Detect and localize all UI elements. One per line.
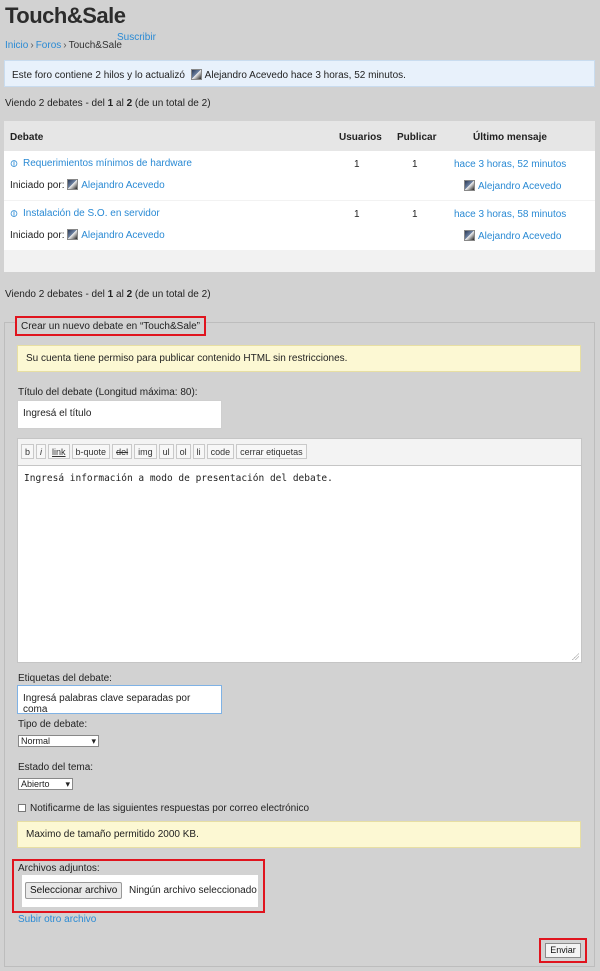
toolbar-ol-button[interactable]: ol	[175, 444, 191, 459]
header-users: Usuarios	[339, 132, 382, 143]
user-avatar-icon	[67, 179, 79, 190]
attachments-label: Archivos adjuntos:	[18, 863, 100, 874]
forum-info-suffix: hace 3 horas, 52 minutos.	[290, 70, 406, 81]
last-post-user-link[interactable]: Alejandro Acevedo	[478, 231, 561, 242]
last-post-time[interactable]: hace 3 horas, 52 minutos	[454, 159, 566, 170]
topic-type-value: Normal	[21, 736, 51, 746]
subscribe-link[interactable]: Suscribir	[117, 32, 156, 43]
caret-down-icon: ▾	[65, 779, 70, 789]
topic-posts: 1	[412, 209, 418, 220]
user-avatar-icon	[464, 180, 475, 191]
notify-option: Notificarme de las siguientes respuestas…	[18, 803, 309, 814]
forum-info-user: Alejandro Acevedo	[204, 70, 289, 81]
user-avatar-icon	[67, 229, 79, 240]
toolbar-ul-button[interactable]: ul	[158, 444, 174, 459]
tags-label: Etiquetas del debate:	[18, 673, 112, 684]
count-after: (de un total de 2)	[132, 289, 211, 300]
form-legend: Crear un nuevo debate en “Touch&Sale”	[15, 316, 207, 336]
file-status: Ningún archivo seleccionado	[129, 885, 257, 896]
breadcrumb-forums[interactable]: Foros	[36, 40, 62, 51]
topic-users: 1	[354, 159, 360, 170]
submit-button[interactable]: Enviar	[545, 943, 581, 958]
site-title: Touch&Sale	[5, 3, 126, 28]
breadcrumb-home[interactable]: Inicio	[5, 40, 28, 51]
notify-label: Notificarme de las siguientes respuestas…	[30, 803, 310, 814]
table-row: ⊘ Instalación de S.O. en servidor Iniciad…	[4, 201, 595, 250]
header-posts: Publicar	[397, 132, 437, 143]
topic-status-value: Abierto	[21, 779, 50, 789]
topic-type-select[interactable]: Normal ▾	[18, 735, 99, 747]
count-before: Viendo 2 debates - del	[5, 98, 108, 109]
breadcrumb: Inicio › Foros › Touch&Sale	[5, 40, 122, 51]
started-by-label: Iniciado por:	[10, 180, 65, 191]
breadcrumb-separator: ›	[63, 40, 67, 51]
title-input[interactable]: Ingresá el título	[17, 400, 222, 429]
topic-author[interactable]: Alejandro Acevedo	[81, 180, 164, 191]
content-editor: b i link b-quote del img ul ol li code c…	[17, 438, 582, 663]
html-permission-notice: Su cuenta tiene permiso para publicar co…	[17, 345, 581, 372]
topic-posts: 1	[412, 159, 418, 170]
breadcrumb-separator: ›	[30, 40, 34, 51]
count-after: (de un total de 2)	[132, 98, 211, 109]
paperclip-icon: ⊘	[7, 157, 22, 171]
last-post-user[interactable]: Alejandro Acevedo	[464, 180, 561, 192]
table-row: ⊘ Requerimientos mínimos de hardware Inic…	[4, 151, 595, 200]
topics-table: Debate Usuarios Publicar Último mensaje …	[4, 121, 595, 272]
toolbar-blockquote-button[interactable]: b-quote	[71, 444, 111, 459]
breadcrumb-current: Touch&Sale	[68, 40, 122, 51]
started-by: Iniciado por: Alejandro Acevedo	[10, 229, 165, 241]
toolbar-link-button[interactable]: link	[48, 444, 70, 459]
content-placeholder: Ingresá información a modo de presentaci…	[24, 473, 333, 484]
count-mid: al	[113, 289, 127, 300]
user-avatar-icon	[464, 230, 475, 241]
header-last-post: Último mensaje	[473, 132, 547, 143]
title-label: Título del debate (Longitud máxima: 80):	[18, 387, 198, 398]
last-post-user[interactable]: Alejandro Acevedo	[464, 230, 561, 242]
paperclip-icon: ⊘	[7, 207, 22, 221]
last-post-user-link[interactable]: Alejandro Acevedo	[478, 181, 561, 192]
tags-input[interactable]: Ingresá palabras clave separadas por com…	[17, 685, 222, 715]
table-header: Debate Usuarios Publicar Último mensaje	[4, 121, 595, 151]
forum-info-prefix: Este foro contiene 2 hilos y lo actualiz…	[12, 70, 185, 81]
topic-status-select[interactable]: Abierto ▾	[18, 778, 73, 790]
topic-link[interactable]: ⊘ Instalación de S.O. en servidor	[7, 207, 160, 221]
topic-count-top: Viendo 2 debates - del 1 al 2 (de un tot…	[5, 98, 211, 109]
toolbar-close-tags-button[interactable]: cerrar etiquetas	[236, 444, 307, 459]
started-by-label: Iniciado por:	[10, 230, 65, 241]
topic-author[interactable]: Alejandro Acevedo	[81, 230, 164, 241]
toolbar-code-button[interactable]: code	[206, 444, 235, 459]
started-by: Iniciado por: Alejandro Acevedo	[10, 179, 165, 191]
notify-checkbox[interactable]	[18, 804, 26, 812]
topic-users: 1	[354, 209, 360, 220]
count-mid: al	[113, 98, 127, 109]
toolbar-italic-button[interactable]: i	[36, 444, 47, 459]
toolbar-bold-button[interactable]: b	[21, 444, 35, 459]
toolbar-del-button[interactable]: del	[112, 444, 133, 459]
topic-type-label: Tipo de debate:	[18, 719, 88, 730]
toolbar-img-button[interactable]: img	[134, 444, 157, 459]
last-post-time[interactable]: hace 3 horas, 58 minutos	[454, 209, 566, 220]
caret-down-icon: ▾	[91, 736, 96, 746]
content-textarea[interactable]: Ingresá información a modo de presentaci…	[18, 465, 581, 662]
resize-handle-icon[interactable]	[572, 653, 579, 660]
user-avatar-icon	[190, 69, 202, 80]
count-before: Viendo 2 debates - del	[5, 289, 108, 300]
topic-link[interactable]: ⊘ Requerimientos mínimos de hardware	[7, 157, 192, 171]
forum-info-bar: Este foro contiene 2 hilos y lo actualiz…	[4, 60, 595, 87]
header-topic: Debate	[10, 132, 44, 143]
choose-file-button[interactable]: Seleccionar archivo	[25, 882, 123, 899]
toolbar-li-button[interactable]: li	[192, 444, 205, 459]
max-size-notice: Maximo de tamaño permitido 2000 KB.	[17, 821, 581, 848]
topic-title[interactable]: Instalación de S.O. en servidor	[23, 208, 160, 219]
file-input: Seleccionar archivo Ningún archivo selec…	[22, 875, 258, 907]
topic-count-bottom: Viendo 2 debates - del 1 al 2 (de un tot…	[5, 289, 211, 300]
editor-toolbar: b i link b-quote del img ul ol li code c…	[21, 444, 307, 459]
topic-title[interactable]: Requerimientos mínimos de hardware	[23, 158, 192, 169]
topic-status-label: Estado del tema:	[18, 762, 94, 773]
add-another-file-link[interactable]: Subir otro archivo	[18, 914, 96, 925]
